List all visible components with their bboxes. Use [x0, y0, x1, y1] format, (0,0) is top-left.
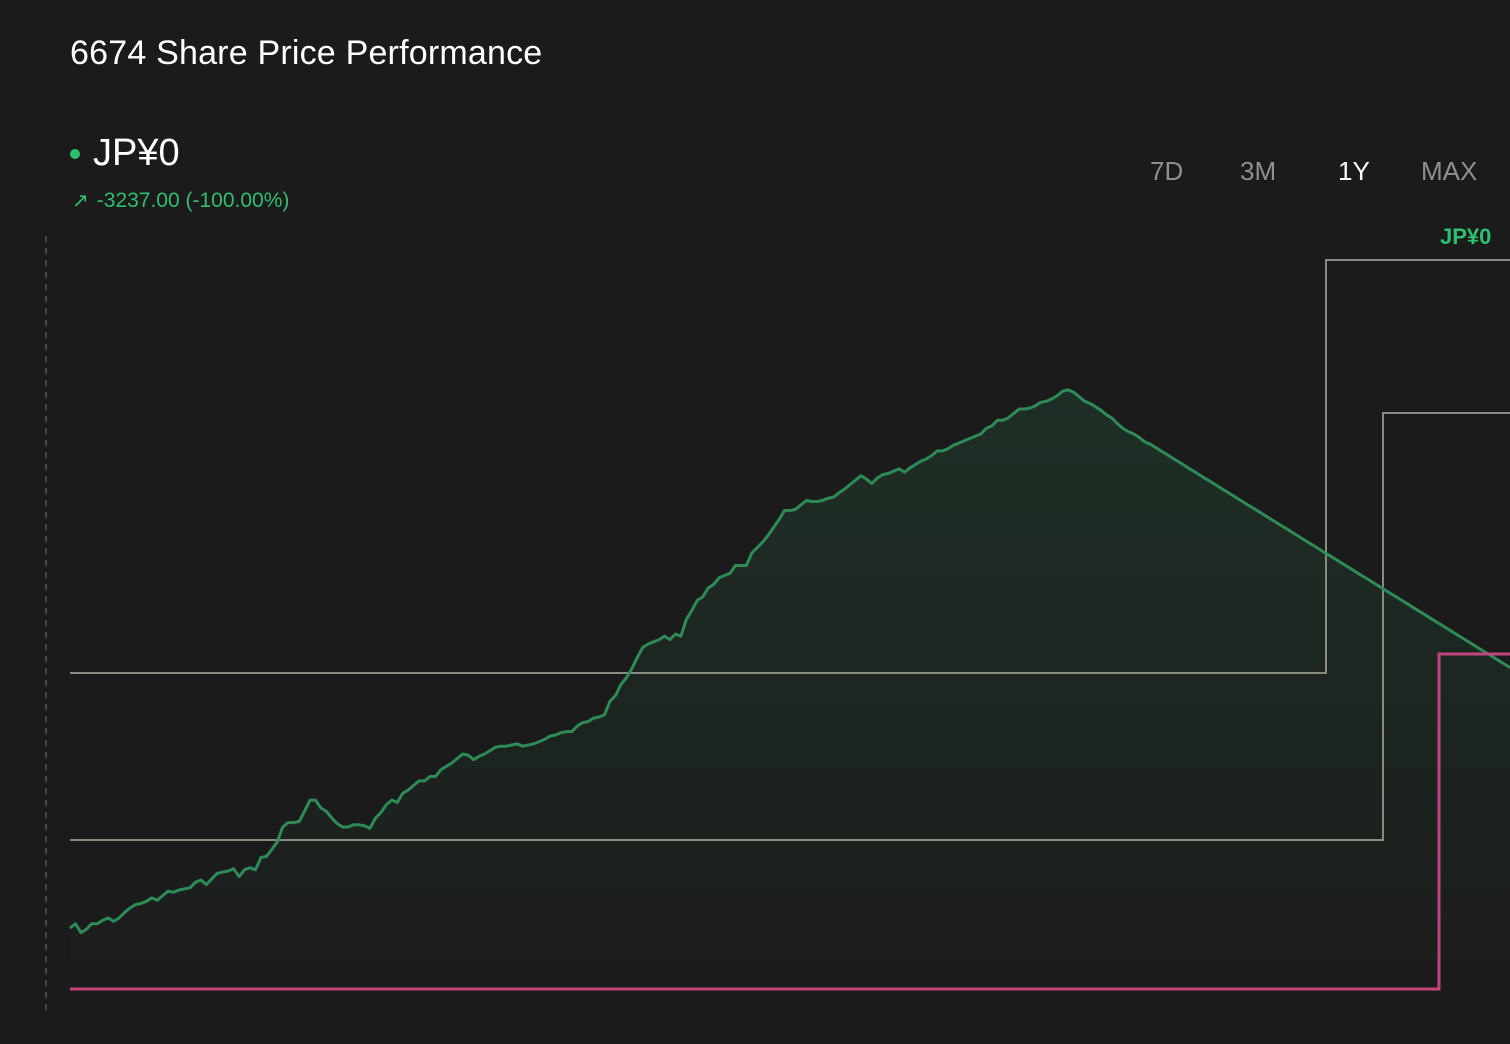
- chart-marks: [69, 259, 1510, 991]
- series-area: [70, 389, 1510, 960]
- price-chart: JP¥0: [45, 224, 1510, 1012]
- cropped-price-label: JP¥0: [1440, 224, 1491, 249]
